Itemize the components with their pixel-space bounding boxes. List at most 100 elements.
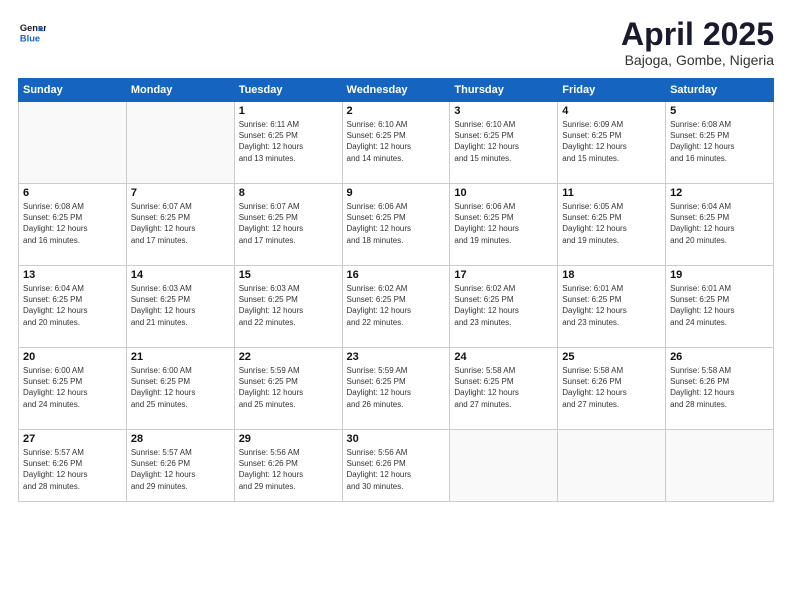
- day-info: Sunrise: 6:02 AM Sunset: 6:25 PM Dayligh…: [347, 283, 446, 328]
- day-number: 22: [239, 351, 338, 363]
- day-cell: 1Sunrise: 6:11 AM Sunset: 6:25 PM Daylig…: [234, 102, 342, 184]
- day-cell: 15Sunrise: 6:03 AM Sunset: 6:25 PM Dayli…: [234, 266, 342, 348]
- day-number: 5: [670, 105, 769, 117]
- day-cell: 24Sunrise: 5:58 AM Sunset: 6:25 PM Dayli…: [450, 348, 558, 430]
- day-info: Sunrise: 6:08 AM Sunset: 6:25 PM Dayligh…: [670, 119, 769, 164]
- day-info: Sunrise: 6:05 AM Sunset: 6:25 PM Dayligh…: [562, 201, 661, 246]
- day-number: 29: [239, 433, 338, 445]
- day-number: 7: [131, 187, 230, 199]
- day-cell: 7 Sunrise: 6:07 AM Sunset: 6:25 PM Daylig…: [126, 184, 234, 266]
- day-info: Sunrise: 6:07 AM Sunset: 6:25 PM Dayligh…: [239, 201, 338, 246]
- day-cell: 3 Sunrise: 6:10 AM Sunset: 6:25 PM Daylig…: [450, 102, 558, 184]
- day-number: 15: [239, 269, 338, 281]
- day-number: 18: [562, 269, 661, 281]
- day-cell: 20 Sunrise: 6:00 AM Sunset: 6:25 PM Dayli…: [19, 348, 127, 430]
- day-number: 12: [670, 187, 769, 199]
- week-row-0: 1Sunrise: 6:11 AM Sunset: 6:25 PM Daylig…: [19, 102, 774, 184]
- day-cell: 22 Sunrise: 5:59 AM Sunset: 6:25 PM Dayli…: [234, 348, 342, 430]
- day-number: 28: [131, 433, 230, 445]
- day-cell: [558, 430, 666, 502]
- day-cell: 25 Sunrise: 5:58 AM Sunset: 6:26 PM Dayli…: [558, 348, 666, 430]
- day-cell: 30 Sunrise: 5:56 AM Sunset: 6:26 PM Dayli…: [342, 430, 450, 502]
- day-cell: 27Sunrise: 5:57 AM Sunset: 6:26 PM Dayli…: [19, 430, 127, 502]
- day-number: 2: [347, 105, 446, 117]
- day-info: Sunrise: 5:59 AM Sunset: 6:25 PM Dayligh…: [239, 365, 338, 410]
- month-title: April 2025: [621, 18, 774, 50]
- day-number: 13: [23, 269, 122, 281]
- subtitle: Bajoga, Gombe, Nigeria: [621, 52, 774, 68]
- day-info: Sunrise: 6:06 AM Sunset: 6:25 PM Dayligh…: [347, 201, 446, 246]
- day-cell: 16 Sunrise: 6:02 AM Sunset: 6:25 PM Dayli…: [342, 266, 450, 348]
- day-info: Sunrise: 5:58 AM Sunset: 6:26 PM Dayligh…: [562, 365, 661, 410]
- day-info: Sunrise: 6:01 AM Sunset: 6:25 PM Dayligh…: [670, 283, 769, 328]
- day-info: Sunrise: 6:03 AM Sunset: 6:25 PM Dayligh…: [131, 283, 230, 328]
- day-number: 20: [23, 351, 122, 363]
- logo-icon: General Blue: [18, 18, 46, 46]
- logo: General Blue: [18, 18, 46, 46]
- day-number: 21: [131, 351, 230, 363]
- day-number: 17: [454, 269, 553, 281]
- page: General Blue April 2025 Bajoga, Gombe, N…: [0, 0, 792, 612]
- day-info: Sunrise: 6:06 AM Sunset: 6:25 PM Dayligh…: [454, 201, 553, 246]
- day-cell: 28 Sunrise: 5:57 AM Sunset: 6:26 PM Dayli…: [126, 430, 234, 502]
- day-cell: 13 Sunrise: 6:04 AM Sunset: 6:25 PM Dayli…: [19, 266, 127, 348]
- day-cell: 2 Sunrise: 6:10 AM Sunset: 6:25 PM Daylig…: [342, 102, 450, 184]
- col-friday: Friday: [558, 79, 666, 102]
- day-info: Sunrise: 5:57 AM Sunset: 6:26 PM Dayligh…: [131, 447, 230, 492]
- day-info: Sunrise: 6:10 AM Sunset: 6:25 PM Dayligh…: [454, 119, 553, 164]
- day-number: 23: [347, 351, 446, 363]
- day-info: Sunrise: 6:04 AM Sunset: 6:25 PM Dayligh…: [23, 283, 122, 328]
- day-cell: 29Sunrise: 5:56 AM Sunset: 6:26 PM Dayli…: [234, 430, 342, 502]
- day-info: Sunrise: 6:04 AM Sunset: 6:25 PM Dayligh…: [670, 201, 769, 246]
- week-row-3: 20 Sunrise: 6:00 AM Sunset: 6:25 PM Dayli…: [19, 348, 774, 430]
- day-number: 14: [131, 269, 230, 281]
- day-info: Sunrise: 6:10 AM Sunset: 6:25 PM Dayligh…: [347, 119, 446, 164]
- svg-text:Blue: Blue: [20, 33, 40, 43]
- day-info: Sunrise: 6:01 AM Sunset: 6:25 PM Dayligh…: [562, 283, 661, 328]
- week-row-2: 13 Sunrise: 6:04 AM Sunset: 6:25 PM Dayli…: [19, 266, 774, 348]
- day-cell: 9 Sunrise: 6:06 AM Sunset: 6:25 PM Daylig…: [342, 184, 450, 266]
- day-info: Sunrise: 6:00 AM Sunset: 6:25 PM Dayligh…: [131, 365, 230, 410]
- day-cell: 17 Sunrise: 6:02 AM Sunset: 6:25 PM Dayli…: [450, 266, 558, 348]
- day-number: 9: [347, 187, 446, 199]
- col-thursday: Thursday: [450, 79, 558, 102]
- day-info: Sunrise: 5:58 AM Sunset: 6:26 PM Dayligh…: [670, 365, 769, 410]
- day-cell: [126, 102, 234, 184]
- day-cell: [19, 102, 127, 184]
- day-info: Sunrise: 6:07 AM Sunset: 6:25 PM Dayligh…: [131, 201, 230, 246]
- col-tuesday: Tuesday: [234, 79, 342, 102]
- day-number: 25: [562, 351, 661, 363]
- day-info: Sunrise: 5:56 AM Sunset: 6:26 PM Dayligh…: [347, 447, 446, 492]
- day-cell: 21 Sunrise: 6:00 AM Sunset: 6:25 PM Dayli…: [126, 348, 234, 430]
- svg-text:General: General: [20, 23, 46, 33]
- day-cell: 10 Sunrise: 6:06 AM Sunset: 6:25 PM Dayli…: [450, 184, 558, 266]
- day-info: Sunrise: 6:09 AM Sunset: 6:25 PM Dayligh…: [562, 119, 661, 164]
- day-cell: 26 Sunrise: 5:58 AM Sunset: 6:26 PM Dayli…: [666, 348, 774, 430]
- day-cell: 23 Sunrise: 5:59 AM Sunset: 6:25 PM Dayli…: [342, 348, 450, 430]
- day-number: 19: [670, 269, 769, 281]
- day-cell: 14 Sunrise: 6:03 AM Sunset: 6:25 PM Dayli…: [126, 266, 234, 348]
- day-number: 8: [239, 187, 338, 199]
- day-info: Sunrise: 6:02 AM Sunset: 6:25 PM Dayligh…: [454, 283, 553, 328]
- day-number: 6: [23, 187, 122, 199]
- day-cell: 19 Sunrise: 6:01 AM Sunset: 6:25 PM Dayli…: [666, 266, 774, 348]
- day-cell: 8 Sunrise: 6:07 AM Sunset: 6:25 PM Daylig…: [234, 184, 342, 266]
- day-info: Sunrise: 5:59 AM Sunset: 6:25 PM Dayligh…: [347, 365, 446, 410]
- col-saturday: Saturday: [666, 79, 774, 102]
- day-info: Sunrise: 6:08 AM Sunset: 6:25 PM Dayligh…: [23, 201, 122, 246]
- day-info: Sunrise: 6:00 AM Sunset: 6:25 PM Dayligh…: [23, 365, 122, 410]
- day-number: 1: [239, 105, 338, 117]
- day-number: 3: [454, 105, 553, 117]
- week-row-1: 6 Sunrise: 6:08 AM Sunset: 6:25 PM Daylig…: [19, 184, 774, 266]
- col-monday: Monday: [126, 79, 234, 102]
- day-number: 4: [562, 105, 661, 117]
- day-number: 16: [347, 269, 446, 281]
- day-cell: [666, 430, 774, 502]
- day-number: 26: [670, 351, 769, 363]
- day-cell: 18 Sunrise: 6:01 AM Sunset: 6:25 PM Dayli…: [558, 266, 666, 348]
- day-cell: [450, 430, 558, 502]
- day-number: 30: [347, 433, 446, 445]
- header: General Blue April 2025 Bajoga, Gombe, N…: [18, 18, 774, 68]
- day-number: 10: [454, 187, 553, 199]
- day-number: 24: [454, 351, 553, 363]
